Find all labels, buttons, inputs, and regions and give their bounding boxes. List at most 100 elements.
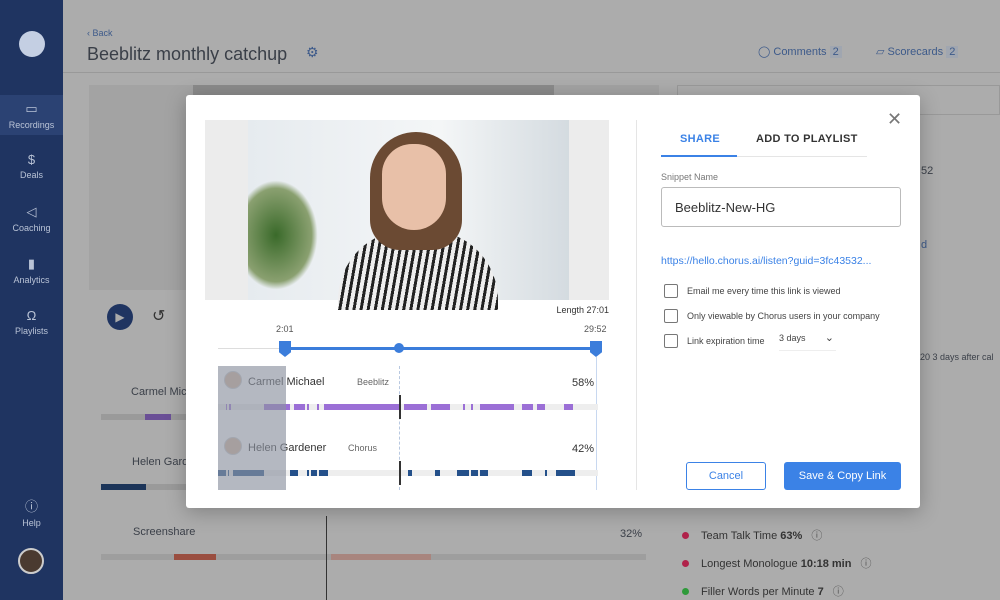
talk-segment	[307, 404, 310, 410]
partial-link: d	[921, 239, 928, 251]
end-handle[interactable]	[590, 341, 602, 357]
metric-value: 10:18 min	[800, 558, 852, 570]
plant	[248, 180, 318, 290]
back-link[interactable]: ‹ Back	[87, 28, 113, 38]
talk-segment	[457, 470, 469, 476]
playhead-line	[399, 395, 401, 419]
metric-item: Filler Words per Minute 7 ⓘ	[682, 583, 844, 599]
video-icon: ▭	[25, 101, 38, 116]
talk-segment	[556, 470, 576, 476]
speaker-company: Beeblitz	[357, 377, 390, 387]
snippet-name-label: Snippet Name	[661, 172, 719, 182]
play-button[interactable]: ▶	[107, 304, 133, 330]
talk-segment	[480, 470, 488, 476]
expiration-select[interactable]: 3 days ⌄	[779, 332, 836, 351]
expiration-checkbox[interactable]	[664, 334, 678, 348]
help-icon[interactable]: ⓘ	[833, 586, 844, 598]
settings-gear-icon[interactable]: ⚙	[306, 44, 319, 61]
selected-range	[285, 347, 596, 350]
partial-text: 20 3 days after cal	[920, 352, 994, 362]
speaker-talk-pct: 58%	[572, 377, 595, 389]
status-dot	[682, 532, 689, 539]
header-divider	[63, 72, 1000, 73]
talk-segment	[434, 470, 441, 476]
bar-chart-icon: ▮	[27, 256, 36, 271]
money-bag-icon: $	[27, 152, 36, 167]
speaker-company: Chorus	[348, 443, 378, 453]
metric-label: Longest Monologue	[701, 558, 798, 570]
screenshare-pct: 32%	[620, 528, 643, 540]
chorus-only-checkbox[interactable]	[664, 309, 678, 323]
talk-segment	[522, 470, 532, 476]
chorus-only-checkbox-label: Only viewable by Chorus users in your co…	[687, 311, 880, 321]
metric-item: Team Talk Time 63% ⓘ	[682, 527, 822, 543]
metric-value: 7	[817, 586, 824, 598]
sidebar: ▭ Recordings $ Deals ◁ Coaching ▮ Analytics …	[0, 0, 63, 600]
video-preview	[205, 120, 609, 310]
tab-share[interactable]: SHARE	[680, 133, 720, 145]
talk-segment	[563, 404, 574, 410]
talk-track	[101, 484, 186, 490]
metric-label: Team Talk Time	[701, 530, 778, 542]
screenshare-track	[101, 554, 646, 560]
playhead	[326, 516, 327, 600]
talk-segment	[316, 404, 319, 410]
speaker-talk-pct: 42%	[572, 443, 595, 455]
participant-name: Helen Gard	[132, 456, 189, 468]
playhead-knob[interactable]	[394, 343, 404, 353]
talk-segment	[463, 404, 465, 410]
status-dot	[682, 588, 689, 595]
expiration-checkbox-label: Link expiration time	[687, 336, 765, 346]
metric-value: 63%	[780, 530, 803, 542]
email-checkbox-label: Email me every time this link is viewed	[687, 286, 841, 296]
help-icon: ⓘ	[24, 499, 38, 514]
snippet-name-input[interactable]	[661, 187, 901, 227]
chorus-logo	[19, 31, 45, 57]
talk-segment	[408, 470, 412, 476]
snippet-length: Length 27:01	[556, 305, 609, 315]
save-copy-link-button[interactable]: Save & Copy Link	[784, 462, 901, 490]
help-icon[interactable]: ⓘ	[861, 558, 872, 570]
comment-icon: ◯	[758, 46, 774, 58]
talk-segment	[290, 470, 298, 476]
comments-button[interactable]: ◯ Comments 2	[758, 45, 842, 58]
page-title: Beeblitz monthly catchup	[87, 44, 288, 64]
sidebar-item-analytics[interactable]: ▮ Analytics	[0, 256, 63, 285]
help-icon[interactable]: ⓘ	[811, 530, 822, 542]
scorecard-icon: ▱	[876, 46, 888, 58]
rewind-15-icon[interactable]: ↺	[152, 306, 165, 326]
sidebar-item-coaching[interactable]: ◁ Coaching	[0, 204, 63, 233]
talk-segment	[294, 404, 306, 410]
talk-segment	[537, 404, 545, 410]
share-link[interactable]: https://hello.chorus.ai/listen?guid=3fc4…	[661, 255, 871, 267]
sidebar-item-playlists[interactable]: Ω Playlists	[0, 308, 63, 336]
talk-segment	[318, 470, 329, 476]
sidebar-item-deals[interactable]: $ Deals	[0, 152, 63, 180]
cancel-button[interactable]: Cancel	[686, 462, 766, 490]
talk-segment	[324, 404, 401, 410]
talk-segment	[470, 404, 473, 410]
partial-text: 52	[921, 165, 934, 177]
tab-add-to-playlist[interactable]: ADD TO PLAYLIST	[756, 133, 858, 145]
email-checkbox[interactable]	[664, 284, 678, 298]
scorecards-button[interactable]: ▱ Scorecards 2	[876, 45, 959, 58]
talk-track	[101, 414, 186, 420]
avatar[interactable]	[18, 548, 44, 574]
headphones-icon: Ω	[26, 308, 37, 323]
talk-segment	[307, 470, 310, 476]
megaphone-icon: ◁	[26, 204, 37, 219]
close-icon[interactable]: ✕	[887, 109, 902, 130]
status-dot	[682, 560, 689, 567]
sidebar-item-recordings[interactable]: ▭ Recordings	[0, 95, 63, 135]
screenshare-label: Screenshare	[133, 526, 196, 538]
chevron-down-icon: ⌄	[824, 332, 834, 344]
person-face	[382, 144, 446, 230]
talk-segment	[470, 470, 479, 476]
end-time: 29:52	[584, 324, 607, 334]
participant-name: Carmel Mic	[131, 386, 187, 398]
talk-segment	[480, 404, 515, 410]
start-handle[interactable]	[279, 341, 291, 357]
help-button[interactable]: ⓘ Help	[0, 496, 63, 528]
talk-segment	[311, 470, 317, 476]
speaker-video	[248, 120, 569, 310]
